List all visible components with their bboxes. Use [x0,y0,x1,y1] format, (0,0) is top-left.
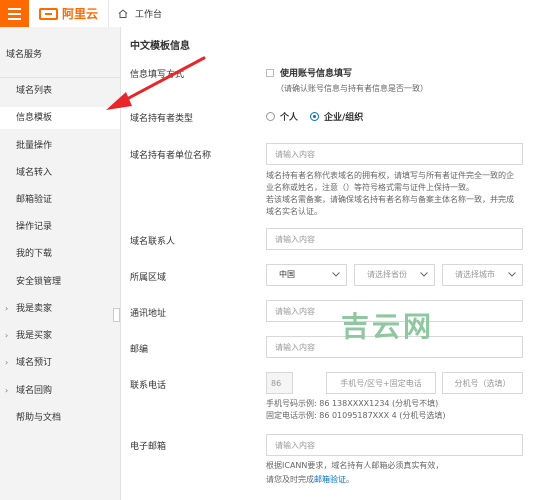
brand-logo[interactable]: 阿里云 [39,5,98,22]
email-input[interactable] [266,434,523,456]
radio-individual-label[interactable]: 个人 [280,110,298,123]
address-label: 通讯地址 [130,309,167,319]
sidebar-collapse-handle[interactable] [113,308,120,322]
sidebar-item-logs[interactable]: 操作记录 [0,216,120,238]
tip-line: 业名称或姓名，注意（）等符号格式需与证件上保持一致。 [266,183,474,192]
sidebar-item-label: 我是卖家 [16,304,53,314]
country-value: 中国 [279,270,295,279]
chevron-right-icon: › [5,386,9,395]
country-select[interactable]: 中国 [266,264,347,286]
tip-line: 域名持有者名称代表域名的拥有权，请填写与所有者证件完全一致的企 [266,171,514,180]
radio-individual[interactable] [266,112,275,121]
home-icon [118,9,128,18]
chevron-down-icon [332,272,340,277]
sidebar-divider [0,77,120,78]
sidebar-item-label: 操作记录 [16,222,53,232]
brand-name: 阿里云 [62,7,99,21]
top-divider [108,0,109,27]
org-name-label: 域名持有者单位名称 [130,151,212,161]
contact-label: 域名联系人 [130,237,176,247]
sidebar-item-label: 安全锁管理 [16,277,62,287]
sidebar-item-domain-list[interactable]: 域名列表 [0,80,120,102]
sidebar-item-label: 信息模板 [16,113,53,123]
sidebar-item-seller[interactable]: › 我是卖家 [0,298,120,320]
section-title: 中文模板信息 [130,41,190,52]
sidebar-item-buyback[interactable]: › 域名回购 [0,380,120,402]
sidebar-item-batch[interactable]: 批量操作 [0,135,120,157]
sidebar-item-label: 批量操作 [16,141,53,151]
sidebar-item-buyer[interactable]: › 我是买家 [0,325,120,347]
sidebar-item-label: 我是买家 [16,331,53,341]
holder-type-radio-group: 个人 企业/组织 [266,110,375,123]
chevron-down-icon [420,272,428,277]
sidebar-item-downloads[interactable]: 我的下载 [0,243,120,265]
email-note-suffix: 。 [346,475,354,484]
sidebar-item-label: 帮助与文档 [16,413,62,423]
phone-number-input[interactable] [326,372,436,394]
sidebar-item-label: 我的下载 [16,249,53,259]
chevron-down-icon [508,272,516,277]
sidebar-item-preorder[interactable]: › 域名预订 [0,352,120,374]
fill-method-hint: （请确认账号信息与持有者信息是否一致） [276,84,428,93]
aliyun-logo-icon [39,7,58,20]
sidebar-item-transfer-in[interactable]: 域名转入 [0,162,120,184]
fill-method-label: 信息填写方式 [130,70,185,80]
sidebar-item-help[interactable]: 帮助与文档 [0,407,120,429]
email-label: 电子邮箱 [130,442,167,452]
phone-country-code-input[interactable] [266,372,293,394]
city-placeholder: 请选择城市 [455,270,495,279]
sidebar-item-label: 域名列表 [16,86,53,96]
main-content: 中文模板信息 信息填写方式 使用账号信息填写 （请确认账号信息与持有者信息是否一… [121,27,544,500]
email-note-line1: 根据ICANN要求，域名持有人邮箱必须真实有效， [266,461,444,470]
phone-example-fixed: 固定电话示例: 86 01095187XXX 4 (分机号选填) [266,411,446,420]
sidebar-title: 域名服务 [6,50,43,60]
sidebar-item-label: 域名预订 [16,358,53,368]
use-account-info-label: 使用账号信息填写 [280,69,353,79]
phone-example-mobile: 手机号码示例: 86 138XXXX1234 (分机号不填) [266,399,439,408]
region-label: 所属区域 [130,273,167,283]
sidebar-item-label: 域名转入 [16,168,53,178]
email-note-prefix: 请您及时完成 [266,475,314,484]
sidebar: 域名服务 域名列表 信息模板 批量操作 域名转入 邮箱验证 操作记录 我的下载 … [0,27,121,500]
holder-type-label: 域名持有者类型 [130,114,194,124]
sidebar-item-info-template[interactable]: 信息模板 [0,107,120,129]
postcode-label: 邮编 [130,345,149,355]
phone-extension-input[interactable] [442,372,523,394]
watermark: 吉云网 [341,310,435,343]
tip-line: 域名实名认证。 [266,207,322,216]
email-verify-link[interactable]: 邮箱验证 [314,475,346,484]
org-name-input[interactable] [266,143,523,165]
province-placeholder: 请选择省份 [367,270,407,279]
sidebar-item-security-lock[interactable]: 安全锁管理 [0,271,120,293]
radio-enterprise-label[interactable]: 企业/组织 [324,110,363,123]
chevron-right-icon: › [5,304,9,313]
phone-label: 联系电话 [130,381,167,391]
email-note-line2: 请您及时完成邮箱验证。 [266,474,354,486]
chevron-right-icon: › [5,331,9,340]
sidebar-item-label: 域名回购 [16,386,53,396]
top-bar: 阿里云 工作台 [0,0,544,28]
city-select[interactable]: 请选择城市 [442,264,523,286]
workbench-link[interactable]: 工作台 [118,6,162,21]
province-select[interactable]: 请选择省份 [354,264,435,286]
contact-input[interactable] [266,228,523,250]
sidebar-item-email-verify[interactable]: 邮箱验证 [0,189,120,211]
use-account-info-checkbox[interactable]: 使用账号信息填写 [266,66,352,79]
radio-enterprise[interactable] [310,112,320,121]
org-name-tips: 域名持有者名称代表域名的拥有权，请填写与所有者证件完全一致的企 业名称或姓名，注… [266,170,514,218]
chevron-right-icon: › [5,358,9,367]
checkbox-box[interactable] [266,68,274,77]
sidebar-item-label: 邮箱验证 [16,195,53,205]
tip-line: 若该域名需备案，请确保域名持有者名称与备案主体名称一致，并完成 [266,195,514,204]
workbench-label: 工作台 [135,10,163,20]
menu-icon[interactable] [0,0,29,27]
